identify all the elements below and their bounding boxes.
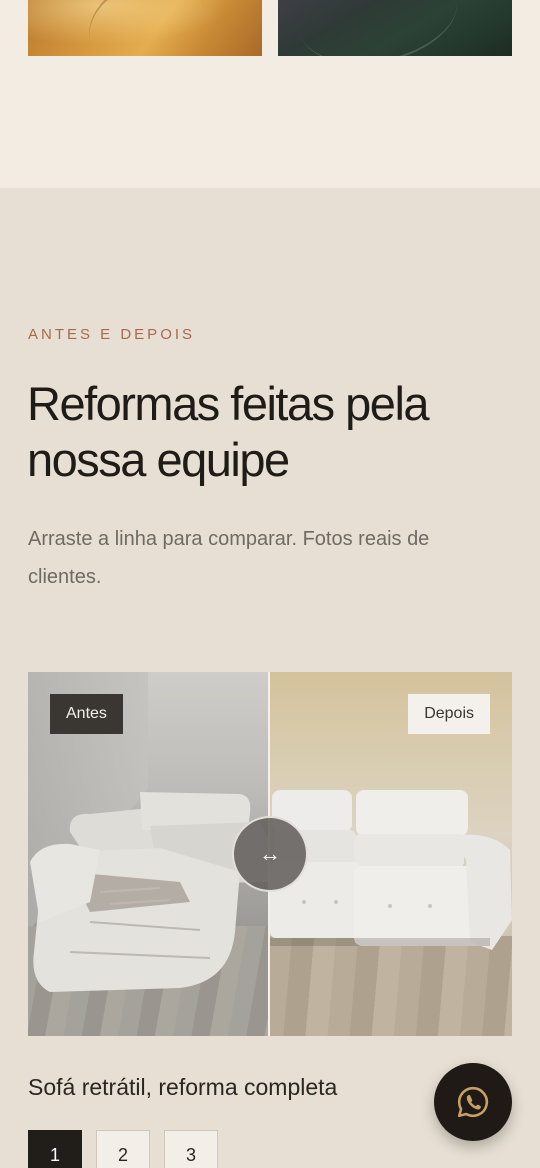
section-eyebrow: ANTES E DEPOIS xyxy=(28,326,196,343)
whatsapp-button[interactable] xyxy=(434,1063,512,1141)
before-label: Antes xyxy=(50,694,123,734)
slide-caption: Sofá retrátil, reforma completa xyxy=(28,1074,338,1100)
mustard-fabric-swatch xyxy=(28,0,262,56)
whatsapp-icon xyxy=(457,1086,489,1118)
after-label: Depois xyxy=(408,694,490,734)
worn-sofa-image xyxy=(30,792,270,992)
restored-sofa-image xyxy=(270,790,512,950)
section-title: Reformas feitas pela nossa equipe xyxy=(27,377,430,486)
page-button-3[interactable]: 3 xyxy=(164,1130,218,1168)
page-button-2[interactable]: 2 xyxy=(96,1130,150,1168)
before-after-slider[interactable]: ↔ Antes Depois xyxy=(28,672,512,1036)
page-button-1[interactable]: 1 xyxy=(28,1130,82,1168)
arrows-horizontal-icon: ↔ xyxy=(259,841,281,866)
compare-handle[interactable]: ↔ xyxy=(232,816,308,892)
materials-section xyxy=(0,0,540,188)
section-subtitle: Arraste a linha para comparar. Fotos rea… xyxy=(28,528,430,588)
pagination: 1 2 3 xyxy=(28,1130,218,1168)
green-fabric-swatch xyxy=(278,0,512,56)
